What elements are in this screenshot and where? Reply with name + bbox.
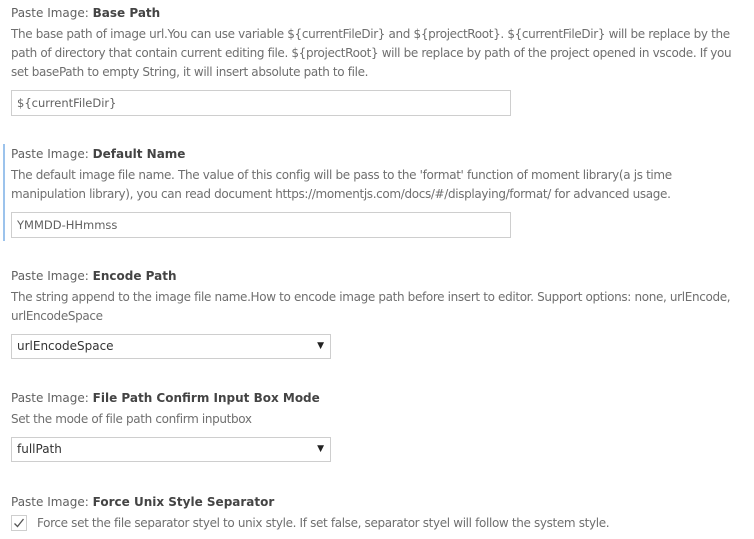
setting-description: The string append to the image file name… xyxy=(11,290,731,323)
force-unix-separator-checkbox[interactable] xyxy=(11,515,27,531)
setting-default-name: Paste Image: Default Name The default im… xyxy=(0,144,754,241)
base-path-input[interactable] xyxy=(11,90,511,116)
setting-encode-path: Paste Image: Encode Path The string appe… xyxy=(0,268,754,359)
setting-base-path: Paste Image: Base Path The base path of … xyxy=(0,5,754,116)
setting-category: Paste Image: xyxy=(11,495,93,509)
setting-category: Paste Image: xyxy=(11,147,93,161)
setting-title: Paste Image: Default Name xyxy=(11,144,746,162)
setting-description: The base path of image url.You can use v… xyxy=(11,27,732,79)
setting-file-path-confirm-mode: Paste Image: File Path Confirm Input Box… xyxy=(0,390,754,462)
setting-description: The default image file name. The value o… xyxy=(11,168,672,201)
setting-category: Paste Image: xyxy=(11,269,93,283)
setting-category: Paste Image: xyxy=(11,391,93,405)
setting-label: Force Unix Style Separator xyxy=(92,495,275,509)
select-value: urlEncodeSpace xyxy=(17,339,114,353)
checkbox-label: Force set the file separator styel to un… xyxy=(37,516,610,530)
setting-force-unix-separator: Paste Image: Force Unix Style Separator … xyxy=(0,494,754,531)
setting-title: Paste Image: File Path Confirm Input Box… xyxy=(11,390,746,406)
setting-category: Paste Image: xyxy=(11,6,93,20)
select-value: fullPath xyxy=(17,442,62,456)
setting-title: Paste Image: Base Path xyxy=(11,5,746,21)
setting-description: Set the mode of file path confirm inputb… xyxy=(11,412,252,426)
chevron-down-icon: ▼ xyxy=(317,341,324,351)
default-name-input[interactable] xyxy=(11,212,511,238)
chevron-down-icon: ▼ xyxy=(317,444,324,454)
checkbox-row: Force set the file separator styel to un… xyxy=(11,515,746,531)
encode-path-select[interactable]: urlEncodeSpace ▼ xyxy=(11,334,331,359)
setting-title: Paste Image: Encode Path xyxy=(11,268,746,284)
setting-label: Base Path xyxy=(92,6,161,20)
file-path-confirm-select[interactable]: fullPath ▼ xyxy=(11,437,331,462)
setting-label: File Path Confirm Input Box Mode xyxy=(92,391,320,405)
setting-label: Encode Path xyxy=(92,269,177,283)
check-icon xyxy=(14,518,25,528)
setting-label: Default Name xyxy=(92,147,186,161)
setting-title: Paste Image: Force Unix Style Separator xyxy=(11,494,746,510)
